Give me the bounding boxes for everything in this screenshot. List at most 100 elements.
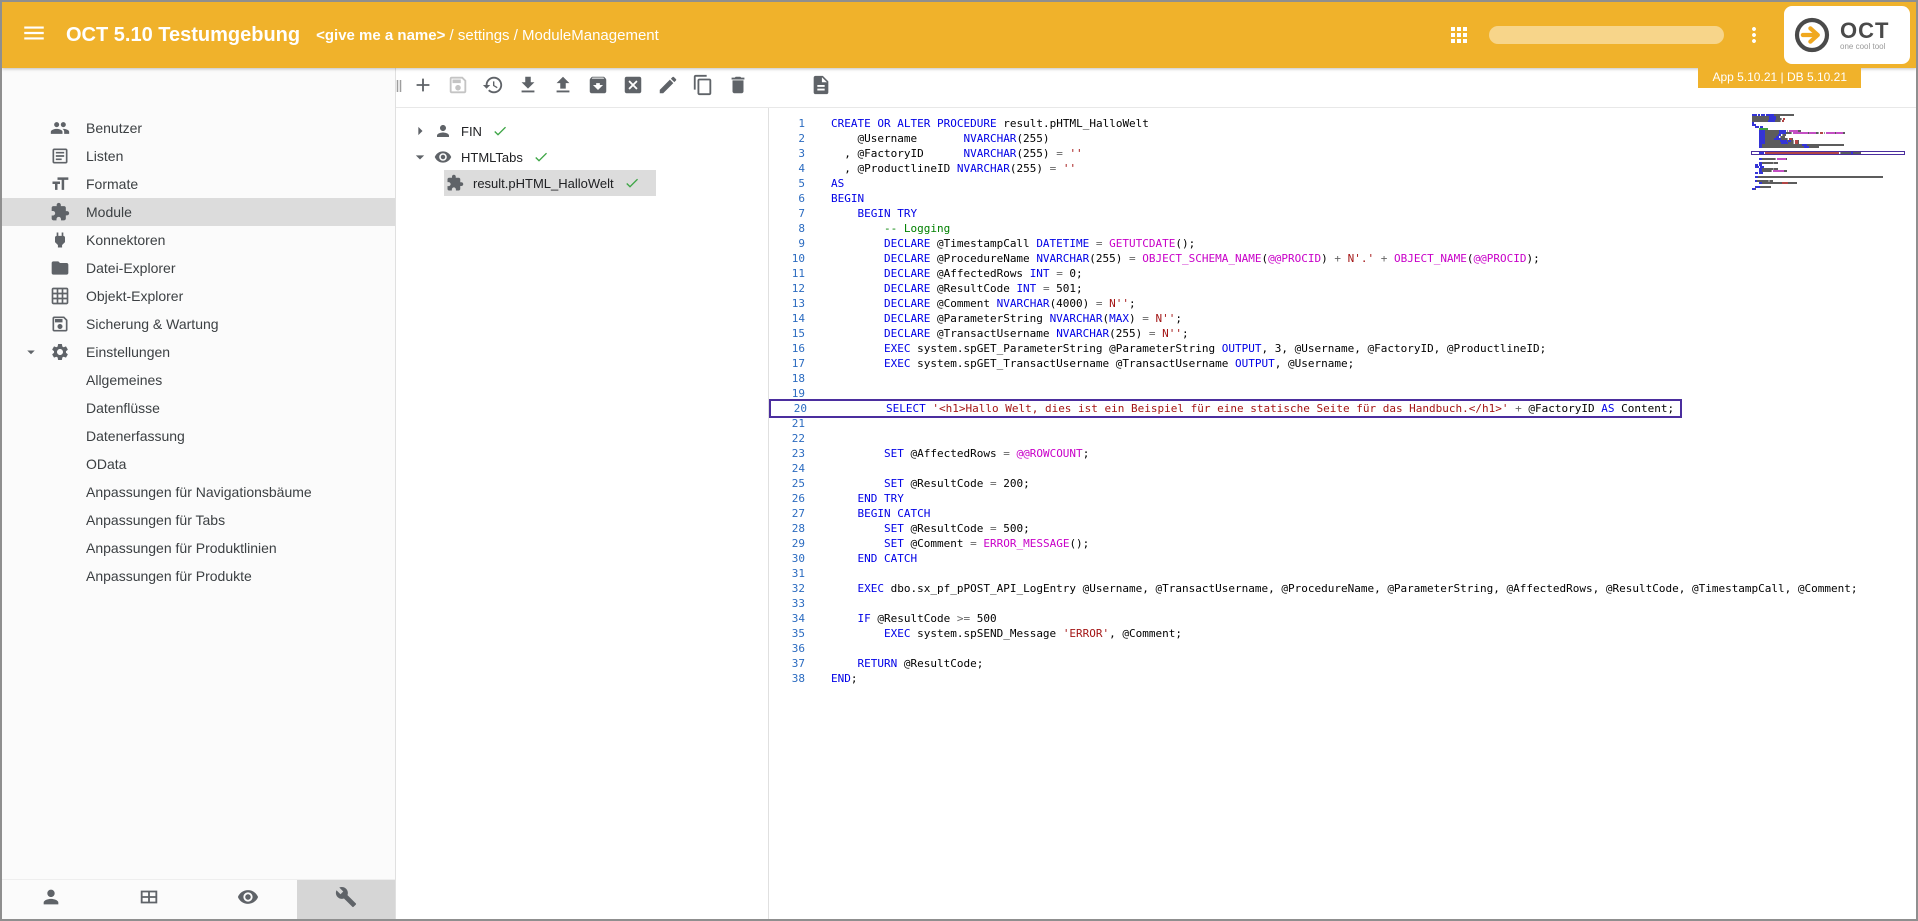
add-button[interactable] [410,75,436,101]
apps-grid-icon[interactable] [1447,23,1471,47]
line-number: 7 [769,206,805,221]
checkin-button[interactable] [585,75,611,101]
sidebar-item-datenfl-sse[interactable]: Datenflüsse [2,394,395,422]
save-button[interactable] [445,75,471,101]
sidebar-item-anpassungen-f-r-produkte[interactable]: Anpassungen für Produkte [2,562,395,590]
sidebar-item-module[interactable]: Module [2,198,395,226]
minimap-line [1752,188,1904,190]
person-icon [434,122,452,140]
header-search-input[interactable] [1489,26,1724,44]
code-line-33: 33 [769,596,1916,611]
check-icon [624,175,640,191]
code-text: , @FactoryID NVARCHAR(255) = '' [805,146,1083,161]
code-line-2: 2 @Username NVARCHAR(255) [769,131,1916,146]
sidebar-item-listen[interactable]: Listen [2,142,395,170]
delete-button[interactable] [725,75,751,101]
code-token: @ResultCode [904,522,990,535]
sidebar-item-datenerfassung[interactable]: Datenerfassung [2,422,395,450]
breadcrumb-name[interactable]: <give me a name> [316,27,445,44]
code-token: @Username [831,132,963,145]
restore-button[interactable] [480,75,506,101]
sidebar-item-label: Konnektoren [86,232,165,248]
code-text: DECLARE @AffectedRows INT = 0; [805,266,1083,281]
definition-button[interactable] [808,75,834,101]
code-token: ; [851,672,858,685]
tab-table-modules[interactable] [100,880,198,919]
line-number: 25 [769,476,805,491]
code-line-32: 32 EXEC dbo.sx_pf_pPOST_API_LogEntry @Us… [769,581,1916,596]
code-editor[interactable]: 1CREATE OR ALTER PROCEDURE result.pHTML_… [769,108,1916,919]
code-token: = [990,477,997,490]
tree-node-fin[interactable]: FIN [396,118,768,144]
sidebar-item-label: Anpassungen für Navigationsbäume [86,484,312,500]
sidebar-item-label: Anpassungen für Produkte [86,568,252,584]
code-text: DECLARE @Comment NVARCHAR(4000) = N''; [805,296,1136,311]
code-token [1341,252,1348,265]
line-number: 37 [769,656,805,671]
sidebar-item-formate[interactable]: Formate [2,170,395,198]
code-text: SET @AffectedRows = @@ROWCOUNT; [805,446,1089,461]
tree-node-result-phtml-hallowelt[interactable]: result.pHTML_HalloWelt [396,170,768,196]
chevron-right-icon[interactable] [410,121,432,141]
sidebar-item-konnektoren[interactable]: Konnektoren [2,226,395,254]
line-number: 34 [769,611,805,626]
sidebar-item-anpassungen-f-r-tabs[interactable]: Anpassungen für Tabs [2,506,395,534]
code-token: = [1003,447,1010,460]
code-token [831,657,858,670]
duplicate-button[interactable] [690,75,716,101]
code-text [805,566,831,581]
code-token: system.spSEND_Message [910,627,1062,640]
tree-node-htmltabs[interactable]: HTMLTabs [396,144,768,170]
menu-button[interactable] [2,2,66,68]
code-token: DATETIME [1036,237,1089,250]
code-line-9: 9 DECLARE @TimestampCall DATETIME = GETU… [769,236,1916,251]
code-text: RETURN @ResultCode; [805,656,983,671]
minimap[interactable] [1752,114,1904,190]
code-line-7: 7 BEGIN TRY [769,206,1916,221]
code-line-8: 8 -- Logging [769,221,1916,236]
discard-button[interactable] [620,75,646,101]
sidebar-item-odata[interactable]: OData [2,450,395,478]
tab-procedure-modules[interactable] [297,880,395,919]
rename-button[interactable] [655,75,681,101]
sidebar-item-objekt-explorer[interactable]: Objekt-Explorer [2,282,395,310]
code-token: , @ProductlineID [831,162,957,175]
code-line-24: 24 [769,461,1916,476]
code-token: = [1142,312,1149,325]
upload-button[interactable] [550,75,576,101]
eye-icon [237,886,259,913]
panel-resize-handle[interactable] [390,77,408,99]
code-line-22: 22 [769,431,1916,446]
tree-node-label: result.pHTML_HalloWelt [473,176,614,191]
code-token: Content; [1615,402,1675,415]
code-line-4: 4 , @ProductlineID NVARCHAR(255) = '' [769,161,1916,176]
code-token: + [1334,252,1341,265]
code-token: 500 [970,612,997,625]
code-line-14: 14 DECLARE @ParameterString NVARCHAR(MAX… [769,311,1916,326]
code-text: DECLARE @TimestampCall DATETIME = GETUTC… [805,236,1195,251]
content-area: FINHTMLTabs result.pHTML_HalloWelt 1CREAT… [396,108,1916,919]
download-button[interactable] [515,75,541,101]
sidebar-item-benutzer[interactable]: Benutzer [2,114,395,142]
code-text: CREATE OR ALTER PROCEDURE result.pHTML_H… [805,116,1149,131]
tab-view-modules[interactable] [199,880,297,919]
code-token [831,582,858,595]
code-token: system.spGET_ParameterString @ParameterS… [910,342,1221,355]
code-text: DECLARE @ParameterString NVARCHAR(MAX) =… [805,311,1182,326]
sidebar-item-datei-explorer[interactable]: Datei-Explorer [2,254,395,282]
code-token [831,477,884,490]
sidebar-item-sicherung-wartung[interactable]: Sicherung & Wartung [2,310,395,338]
sidebar-item-anpassungen-f-r-produktlinien[interactable]: Anpassungen für Produktlinien [2,534,395,562]
sidebar-item-einstellungen[interactable]: Einstellungen [2,338,395,366]
chevron-down-icon[interactable] [22,343,40,361]
code-token: @FactoryID [1522,402,1601,415]
code-token: (255) [1016,132,1049,145]
page-title: OCT 5.10 Testumgebung [66,24,300,47]
more-vert-icon[interactable] [1742,23,1766,47]
code-token: DECLARE [884,252,930,265]
sidebar-item-allgemeines[interactable]: Allgemeines [2,366,395,394]
code-token [831,612,858,625]
sidebar-item-anpassungen-f-r-navigationsb-ume[interactable]: Anpassungen für Navigationsbäume [2,478,395,506]
tab-person-modules[interactable] [2,880,100,919]
chevron-down-icon[interactable] [410,147,432,167]
